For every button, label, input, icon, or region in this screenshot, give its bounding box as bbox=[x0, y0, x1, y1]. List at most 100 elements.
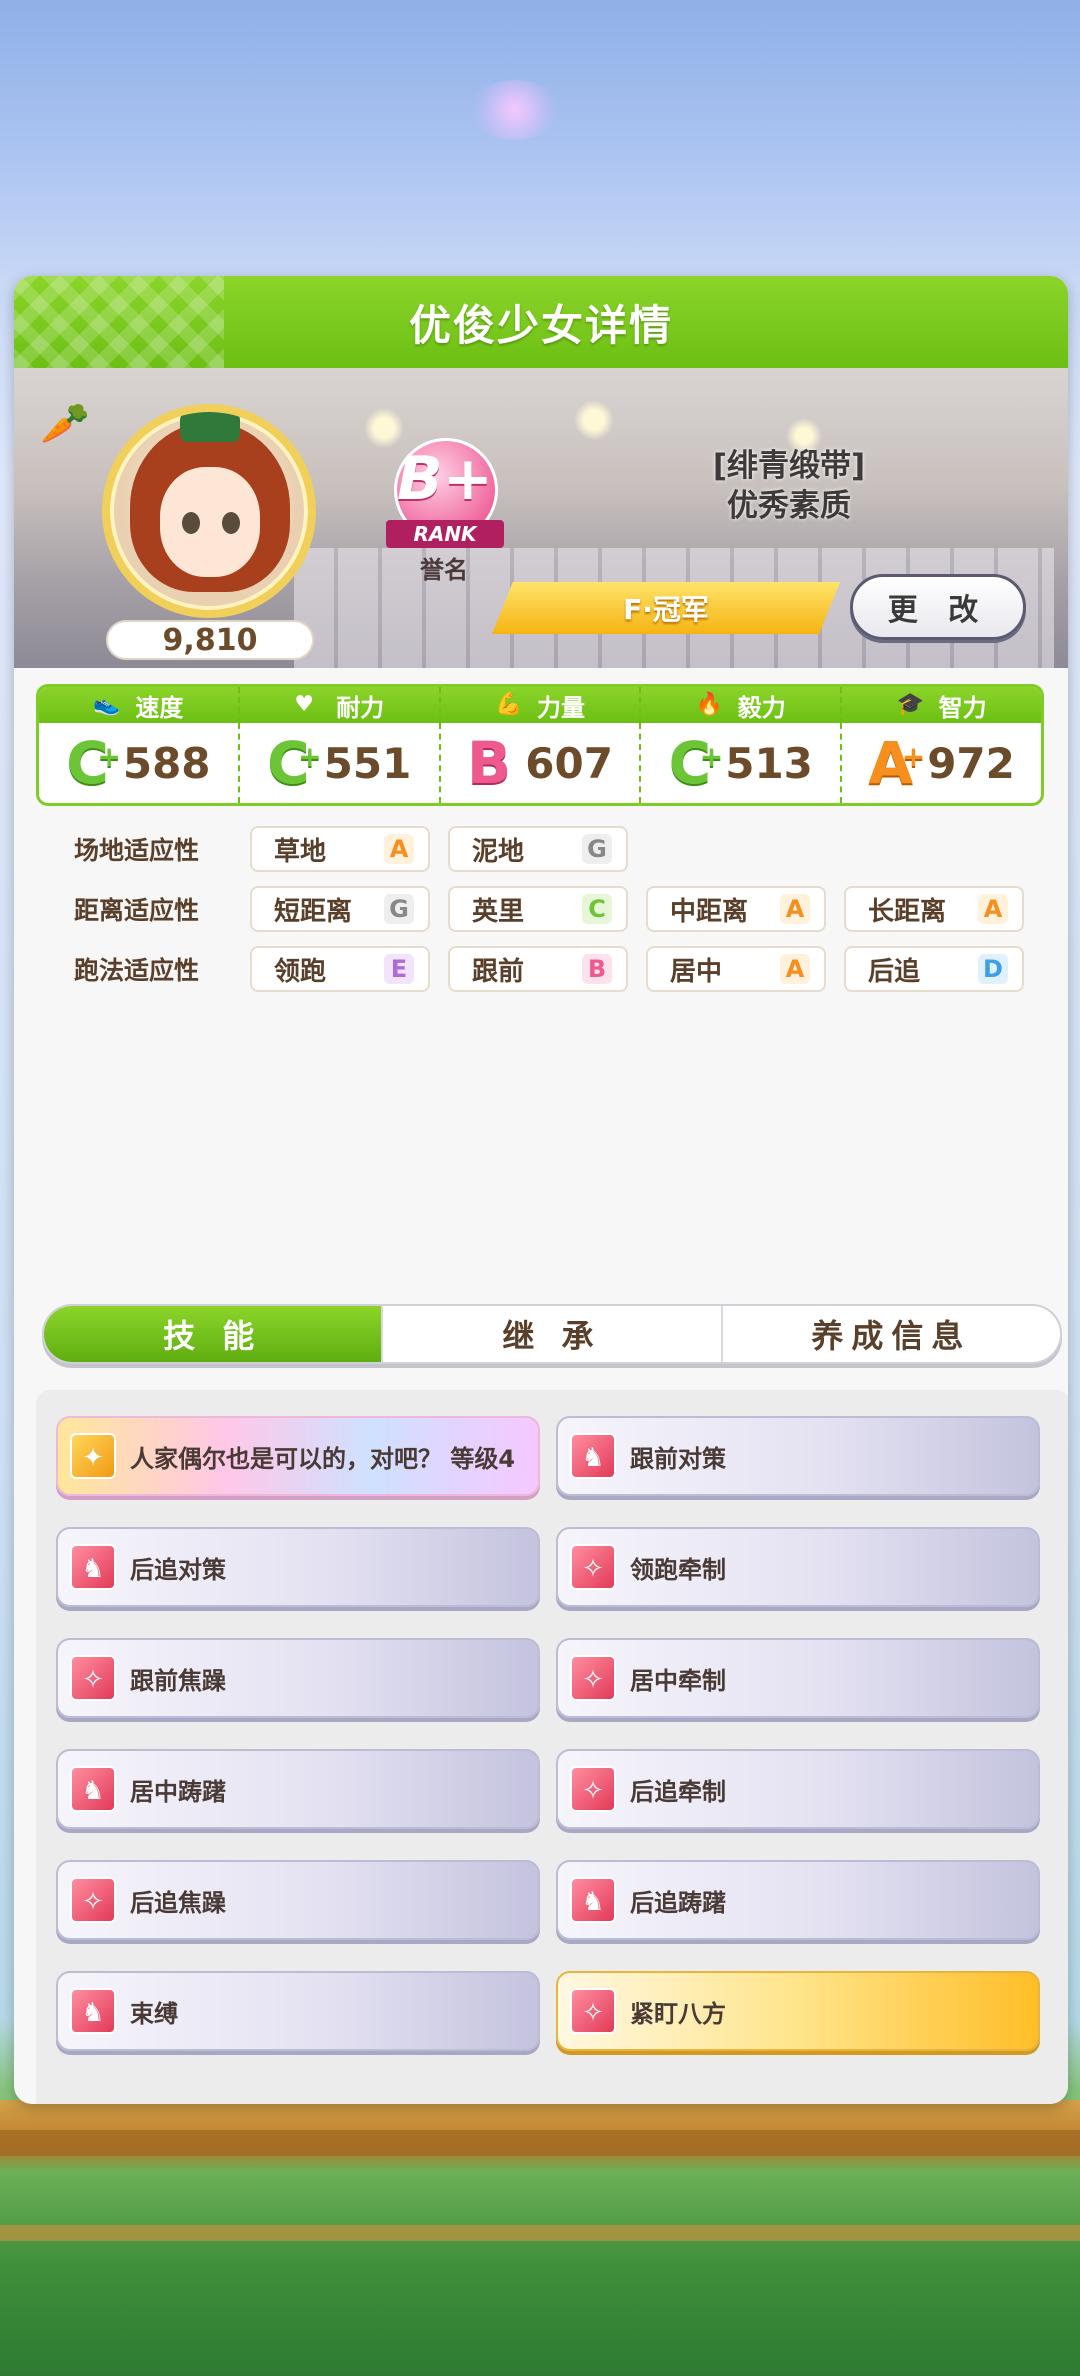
stat-grade-plus: + bbox=[298, 740, 322, 773]
aptitude-label: 场地适应性 bbox=[74, 836, 200, 865]
skill-item[interactable]: ♞ 束缚 bbox=[56, 1971, 540, 2051]
horse-silhouette-icon: ♞ bbox=[70, 1544, 116, 1590]
skill-item[interactable]: ✧ 后追牵制 bbox=[556, 1749, 1040, 1829]
aptitude-name: 跟前 bbox=[472, 956, 525, 987]
aptitude-grade: G bbox=[582, 834, 612, 864]
aptitude-cell: 短距离 G bbox=[250, 886, 430, 932]
skill-item[interactable]: ✧ 后追焦躁 bbox=[56, 1860, 540, 1940]
aptitude-cell: 后追 D bbox=[844, 946, 1024, 992]
skill-name: 人家偶尔也是可以的，对吧？ 等级4 bbox=[130, 1444, 516, 1473]
skill-name: 束缚 bbox=[130, 1999, 178, 2028]
background-fence-rail bbox=[0, 2225, 1080, 2241]
stat-header-label: ♥ 耐力 bbox=[240, 687, 439, 723]
skill-item[interactable]: ✧ 跟前焦躁 bbox=[56, 1638, 540, 1718]
graduation-cap-icon: 🎓 bbox=[896, 692, 924, 717]
panel-title: 优俊少女详情 bbox=[408, 300, 673, 350]
panel-header: 优俊少女详情 bbox=[14, 276, 1068, 368]
stat-header-label: 💪 力量 bbox=[441, 687, 640, 723]
rank-caption: 誉名 bbox=[420, 556, 468, 584]
stats-values: C +588 C +551 B 607 C +513 A +972 bbox=[39, 723, 1041, 803]
skills-list: ✦ 人家偶尔也是可以的，对吧？ 等级4 ♞ 跟前对策 ♞ 后追对策 ✧ 领跑牵制 ✧ 跟前焦躁 ✧ 居… bbox=[36, 1390, 1068, 2104]
stat-value: 972 bbox=[927, 738, 1015, 788]
skill-name: 居中牵制 bbox=[630, 1666, 726, 1695]
stat-header-label: 🔥 毅力 bbox=[641, 687, 840, 723]
sparkle-icon: ✧ bbox=[570, 1544, 616, 1590]
aptitude-row-distance: 距离适应性 短距离 G 英里 C 中距离 A 长距离 A bbox=[54, 884, 1054, 934]
aptitude-name: 短距离 bbox=[274, 896, 353, 927]
flame-icon: 🔥 bbox=[695, 692, 724, 717]
sparkle-icon: ✧ bbox=[570, 1766, 616, 1812]
tab-1[interactable]: 继 承 bbox=[381, 1306, 720, 1362]
aptitude-row-style: 跑法适应性 领跑 E 跟前 B 居中 A 后追 D bbox=[54, 944, 1054, 994]
aptitude-name: 泥地 bbox=[472, 836, 525, 867]
aptitude-name: 后追 bbox=[868, 956, 921, 987]
skill-name: 跟前焦躁 bbox=[130, 1666, 226, 1695]
sparkle-icon: ✧ bbox=[570, 1655, 616, 1701]
stat-cell-2: B 607 bbox=[438, 723, 640, 803]
aptitude-grade: A bbox=[780, 894, 810, 924]
epithet-line2: 优秀素质 bbox=[727, 488, 851, 524]
portrait-bow bbox=[180, 412, 240, 442]
aptitude-grade: B bbox=[582, 954, 612, 984]
horse-silhouette-icon: ♞ bbox=[70, 1988, 116, 2034]
aptitude-label: 跑法适应性 bbox=[74, 956, 200, 985]
character-title: F·冠军 bbox=[492, 582, 840, 634]
skill-item[interactable]: ♞ 后追对策 bbox=[56, 1527, 540, 1607]
stat-grade: B bbox=[467, 733, 511, 793]
aptitude-name: 居中 bbox=[670, 956, 723, 987]
aptitude-cell: 中距离 A bbox=[646, 886, 826, 932]
carrot-icon: 🥕 bbox=[40, 401, 90, 447]
skill-item[interactable]: ✧ 领跑牵制 bbox=[556, 1527, 1040, 1607]
stat-grade-plus: + bbox=[699, 740, 724, 773]
aptitude-row-field: 场地适应性 草地 A 泥地 G bbox=[54, 824, 1054, 874]
rank-badge: B+ RANK bbox=[386, 438, 504, 556]
stat-grade-letter: B bbox=[467, 729, 512, 797]
character-portrait[interactable] bbox=[102, 404, 316, 618]
aptitude-cell: 跟前 B bbox=[448, 946, 628, 992]
unique-skill-icon: ✦ bbox=[70, 1433, 116, 1479]
aptitude-name: 草地 bbox=[274, 836, 327, 867]
sky-glow bbox=[470, 80, 560, 140]
stat-label: 速度 bbox=[135, 693, 184, 722]
skill-item[interactable]: ✧ 紧盯八方 bbox=[556, 1971, 1040, 2051]
skill-item[interactable]: ♞ 居中踌躇 bbox=[56, 1749, 540, 1829]
umamusume-detail-panel: 优俊少女详情 🥕 9,810 B+ RANK 誉名 [绯青缎带] 优秀素质 F·… bbox=[14, 276, 1068, 2104]
tab-2[interactable]: 养成信息 bbox=[720, 1306, 1060, 1362]
stat-label: 智力 bbox=[938, 693, 987, 722]
fan-count: 9,810 bbox=[106, 620, 314, 660]
sparkle-icon: ✧ bbox=[70, 1877, 116, 1923]
aptitude-cell: 泥地 G bbox=[448, 826, 628, 872]
stat-header-4: 🎓 智力 bbox=[840, 687, 1041, 723]
change-title-button[interactable]: 更 改 bbox=[850, 574, 1026, 640]
aptitude-name: 中距离 bbox=[670, 896, 749, 927]
stat-cell-4: A +972 bbox=[840, 723, 1041, 803]
aptitude-name: 领跑 bbox=[274, 956, 327, 987]
skill-item[interactable]: ✦ 人家偶尔也是可以的，对吧？ 等级4 bbox=[56, 1416, 540, 1496]
aptitude-cell: 长距离 A bbox=[844, 886, 1024, 932]
skill-name: 居中踌躇 bbox=[130, 1777, 226, 1806]
stat-header-3: 🔥 毅力 bbox=[639, 687, 840, 723]
stat-label: 耐力 bbox=[336, 693, 385, 722]
tab-0[interactable]: 技 能 bbox=[44, 1306, 382, 1362]
horse-silhouette-icon: ♞ bbox=[570, 1877, 616, 1923]
skill-item[interactable]: ♞ 跟前对策 bbox=[556, 1416, 1040, 1496]
epithet: [绯青缎带] 优秀素质 bbox=[664, 446, 914, 526]
aptitude-cell: 领跑 E bbox=[250, 946, 430, 992]
portrait-eye-right bbox=[222, 512, 240, 534]
heart-icon: ♥ bbox=[294, 692, 314, 717]
portrait-face bbox=[160, 467, 260, 577]
stat-header-1: ♥ 耐力 bbox=[237, 687, 439, 723]
skill-name: 后追牵制 bbox=[630, 1777, 726, 1806]
detail-tabs: 技 能继 承养成信息 bbox=[42, 1304, 1062, 1364]
background-fence bbox=[0, 2130, 1080, 2156]
stat-label: 力量 bbox=[536, 693, 585, 722]
sparkle-icon: ✧ bbox=[570, 1988, 616, 2034]
aptitude-label: 距离适应性 bbox=[74, 896, 200, 925]
stat-grade-plus: + bbox=[97, 740, 121, 773]
epithet-line1: [绯青缎带] bbox=[712, 448, 866, 484]
skill-item[interactable]: ♞ 后追踌躇 bbox=[556, 1860, 1040, 1940]
skill-name: 后追焦躁 bbox=[130, 1888, 226, 1917]
skill-item[interactable]: ✧ 居中牵制 bbox=[556, 1638, 1040, 1718]
stat-grade: C + bbox=[267, 733, 322, 793]
stat-cell-0: C +588 bbox=[39, 723, 238, 803]
